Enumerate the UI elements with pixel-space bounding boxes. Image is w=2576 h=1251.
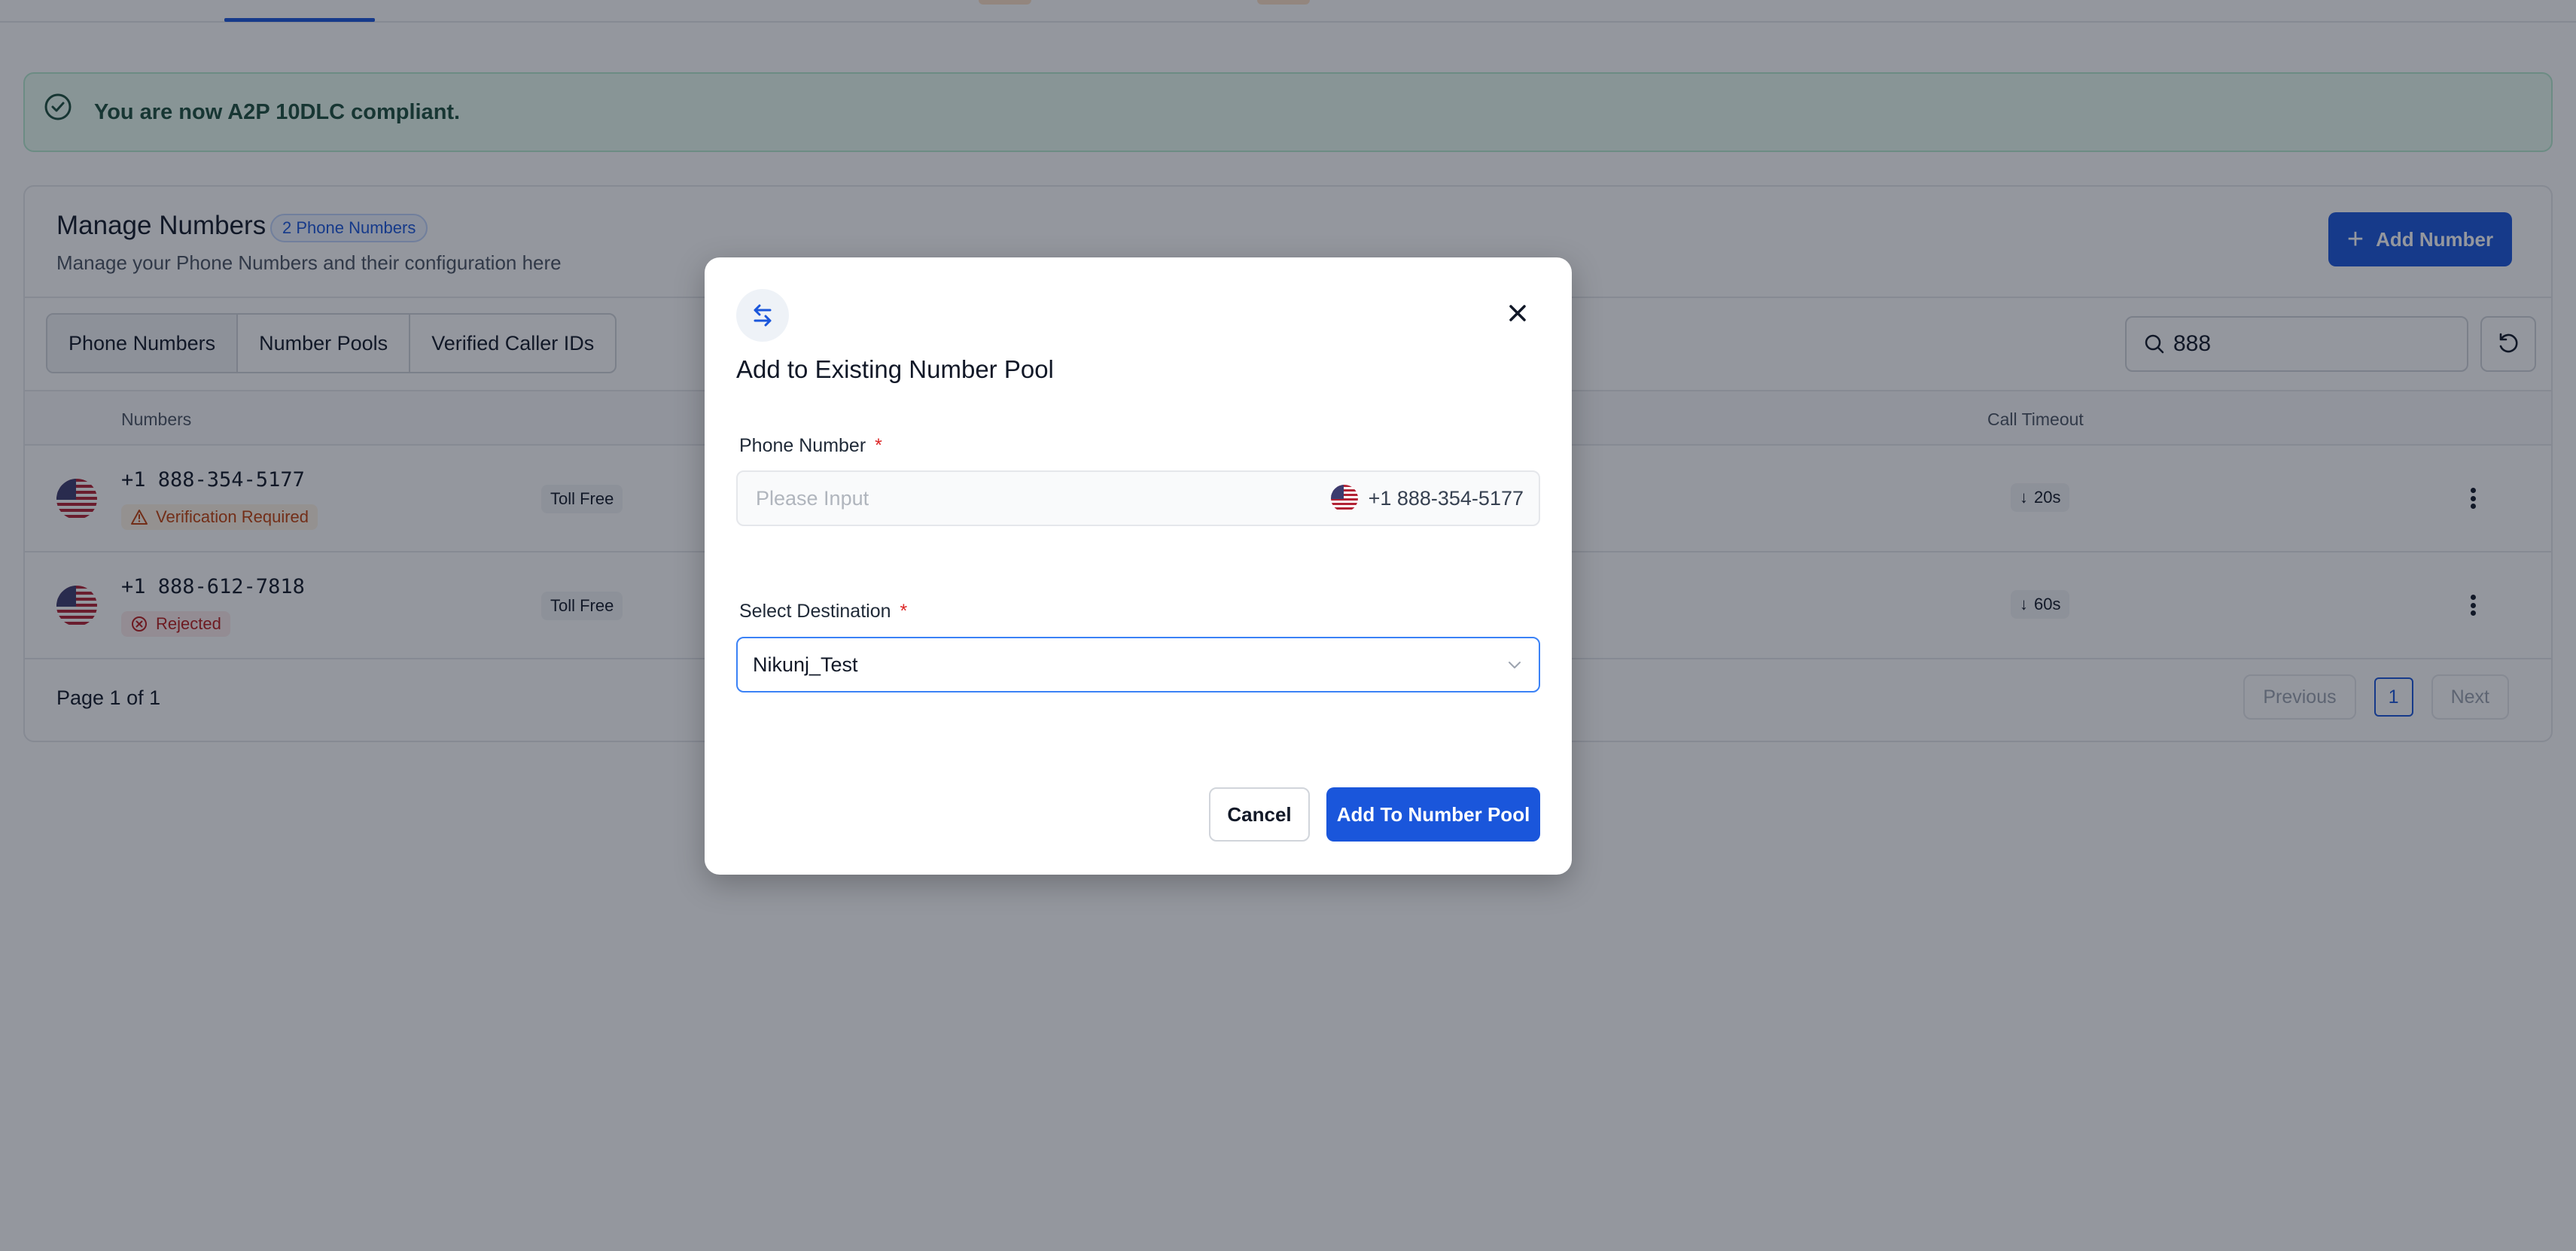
destination-label-text: Select Destination — [739, 601, 891, 622]
swap-arrows-icon — [736, 289, 789, 342]
add-to-number-pool-dialog: Add to Existing Number Pool Phone Number… — [705, 257, 1572, 875]
phone-number-value: +1 888-354-5177 — [1368, 486, 1524, 510]
destination-value: Nikunj_Test — [753, 653, 858, 676]
chevron-down-icon — [1509, 662, 1521, 668]
us-flag-icon — [1330, 485, 1358, 512]
destination-select[interactable]: Nikunj_Test — [736, 637, 1540, 692]
cancel-button[interactable]: Cancel — [1209, 787, 1310, 842]
phone-number-placeholder: Please Input — [756, 487, 869, 510]
required-mark: * — [875, 435, 882, 456]
destination-label: Select Destination * — [739, 601, 907, 622]
close-icon — [1509, 305, 1526, 321]
phone-number-label: Phone Number * — [739, 435, 882, 457]
dialog-title: Add to Existing Number Pool — [736, 355, 1054, 383]
add-to-number-pool-button[interactable]: Add To Number Pool — [1326, 787, 1540, 842]
phone-number-field[interactable]: Please Input +1 888-354-5177 — [736, 470, 1540, 526]
required-mark: * — [900, 601, 908, 622]
phone-number-value-group: +1 888-354-5177 — [1330, 485, 1524, 512]
phone-number-label-text: Phone Number — [739, 435, 866, 456]
close-button[interactable] — [1501, 297, 1534, 330]
